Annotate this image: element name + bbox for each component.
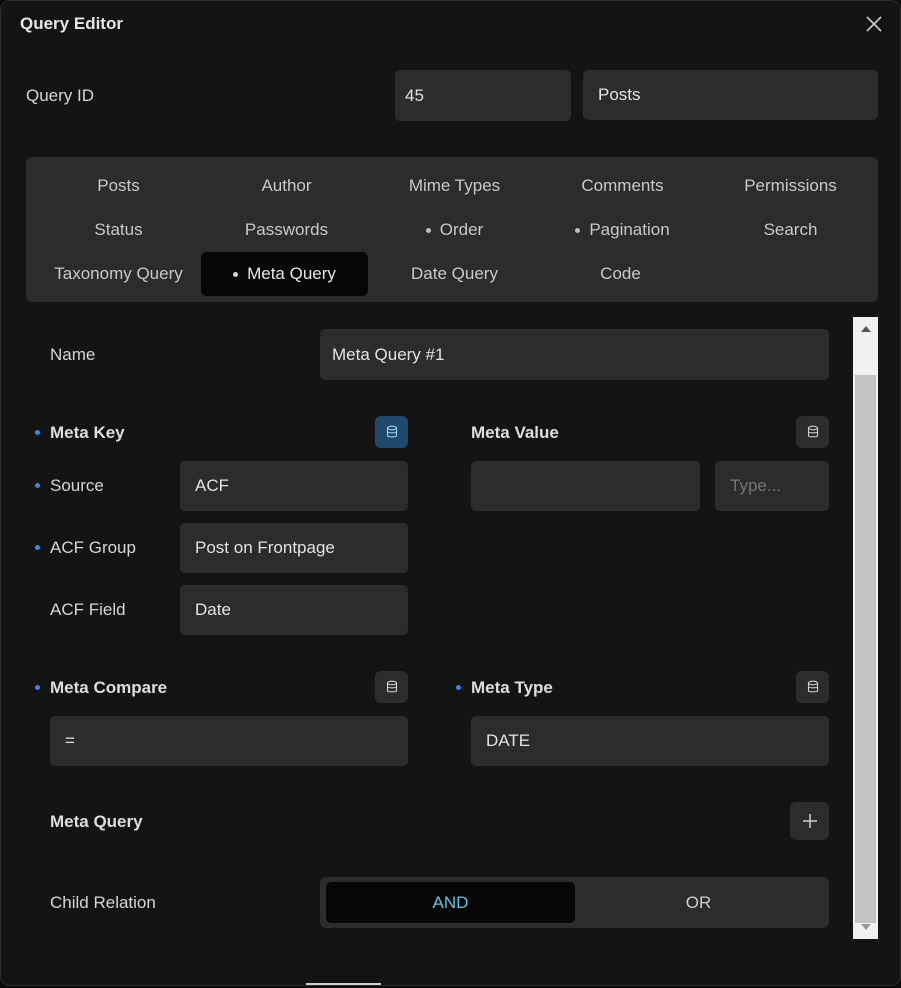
query-tabs: Posts Author Mime Types Comments Permiss…: [26, 157, 878, 302]
tab-label: Passwords: [244, 220, 329, 239]
add-meta-query-button[interactable]: [790, 802, 829, 840]
modified-dot: [575, 227, 581, 233]
database-icon[interactable]: [796, 416, 829, 448]
modified-dot: [425, 227, 431, 233]
scroll-up-icon[interactable]: [853, 319, 878, 339]
meta-value-type-input[interactable]: [715, 461, 829, 511]
query-editor-dialog: Query Editor Query ID 45 Posts Posts Aut…: [0, 0, 901, 986]
name-field[interactable]: Meta Query #1: [320, 329, 829, 380]
tab-label: Mime Types: [408, 176, 501, 195]
source-label: Source: [50, 476, 104, 495]
meta-compare-field[interactable]: =: [50, 716, 408, 766]
scroll-thumb[interactable]: [855, 375, 876, 923]
tab-label: Code: [600, 264, 641, 283]
tab-label: Permissions: [744, 176, 837, 195]
tab-label: Comments: [581, 176, 664, 195]
required-bullet: [35, 430, 40, 435]
tab-search[interactable]: Search: [707, 208, 874, 252]
database-icon[interactable]: [375, 671, 408, 703]
name-label: Name: [50, 345, 96, 364]
relation-or-option[interactable]: OR: [574, 882, 823, 923]
tab-label: Date Query: [411, 264, 498, 283]
tab-label: Taxonomy Query: [54, 264, 183, 283]
modified-dot: [233, 271, 239, 277]
tab-date-query[interactable]: Date Query: [371, 252, 538, 296]
tab-author[interactable]: Author: [203, 164, 370, 208]
meta-key-title: Meta Key: [50, 423, 125, 442]
tab-taxonomy-query[interactable]: Taxonomy Query: [35, 252, 202, 296]
tab-passwords[interactable]: Passwords: [203, 208, 370, 252]
relation-and-option[interactable]: AND: [326, 882, 575, 923]
tab-label: Meta Query: [247, 264, 336, 283]
scrollbar[interactable]: [853, 317, 878, 939]
meta-type-title: Meta Type: [471, 678, 553, 697]
meta-query-title: Meta Query: [50, 812, 143, 831]
tab-pagination[interactable]: Pagination: [539, 208, 706, 252]
database-icon[interactable]: [796, 671, 829, 703]
required-bullet: [35, 685, 40, 690]
meta-compare-title: Meta Compare: [50, 678, 168, 697]
plus-icon: [802, 814, 817, 828]
tab-code[interactable]: Code: [537, 252, 704, 296]
query-type-field[interactable]: Posts: [583, 70, 878, 120]
scroll-down-icon[interactable]: [853, 917, 878, 937]
acf-group-field[interactable]: Post on Frontpage: [180, 523, 408, 573]
acf-field-label: ACF Field: [50, 600, 126, 619]
tab-label: Search: [763, 220, 818, 239]
tab-meta-query[interactable]: Meta Query: [201, 252, 368, 296]
acf-field-field[interactable]: Date: [180, 585, 408, 635]
bottom-accent: [306, 983, 381, 985]
tab-comments[interactable]: Comments: [539, 164, 706, 208]
tab-label: Order: [439, 220, 484, 239]
tab-label: Status: [94, 220, 143, 239]
tab-mime-types[interactable]: Mime Types: [371, 164, 538, 208]
tab-posts[interactable]: Posts: [35, 164, 202, 208]
tab-status[interactable]: Status: [35, 208, 202, 252]
tab-order[interactable]: Order: [371, 208, 538, 252]
child-relation-toggle: AND OR: [320, 877, 829, 928]
child-relation-label: Child Relation: [50, 893, 156, 912]
required-bullet: [456, 685, 461, 690]
required-bullet: [35, 483, 40, 488]
meta-type-field[interactable]: DATE: [471, 716, 829, 766]
tab-label: Posts: [97, 176, 140, 195]
source-field[interactable]: ACF: [180, 461, 408, 511]
database-icon[interactable]: [375, 416, 408, 448]
meta-value-field[interactable]: [471, 461, 700, 511]
tab-label: Author: [261, 176, 312, 195]
dialog-title: Query Editor: [20, 14, 123, 33]
tab-permissions[interactable]: Permissions: [707, 164, 874, 208]
query-id-field[interactable]: 45: [395, 70, 571, 121]
query-id-label: Query ID: [26, 86, 95, 105]
tab-label: Pagination: [589, 220, 670, 239]
required-bullet: [35, 545, 40, 550]
close-icon[interactable]: [863, 13, 885, 35]
acf-group-label: ACF Group: [50, 538, 136, 557]
meta-value-title: Meta Value: [471, 423, 559, 442]
